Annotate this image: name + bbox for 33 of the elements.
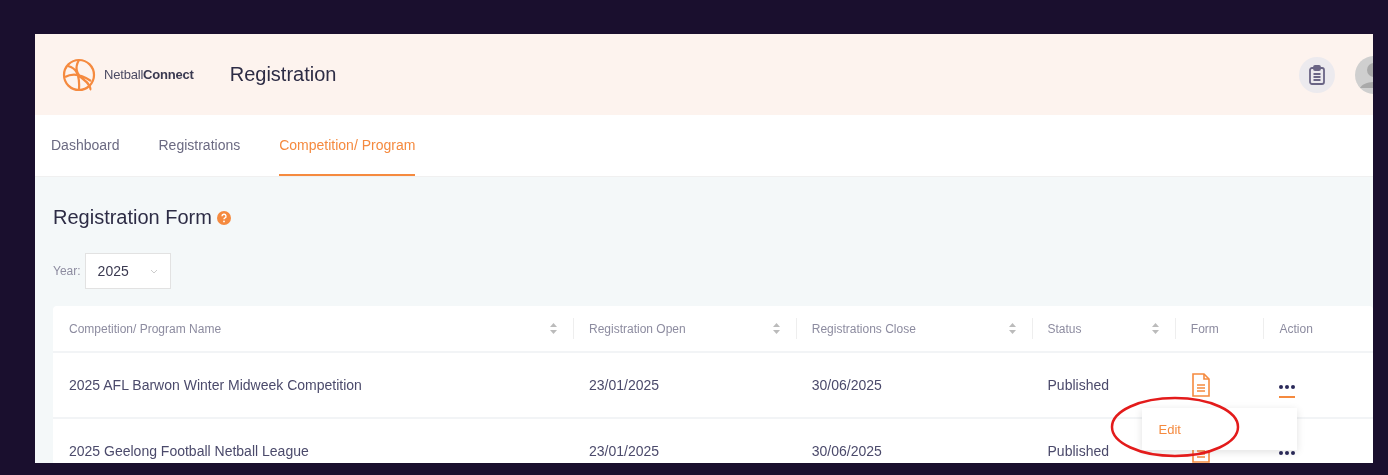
more-dots-icon: [1279, 384, 1296, 389]
page-header-title: Registration: [229, 63, 337, 86]
column-header: Registration Open: [588, 321, 686, 336]
column-header: Competition/ Program Name: [69, 321, 222, 336]
column-header: Status: [1047, 321, 1082, 336]
year-dropdown[interactable]: 2025: [84, 253, 171, 289]
nav-tab[interactable]: Registrations: [158, 115, 241, 176]
table-cell: 2025 AFL Barwon Winter Midweek Competition: [69, 377, 362, 393]
clipboard-button[interactable]: [1299, 56, 1335, 93]
sort-icon[interactable]: [772, 323, 780, 334]
chevron-down-icon: [149, 268, 158, 274]
table-cell: 30/06/2025: [811, 377, 882, 393]
table-cell: Published: [1047, 377, 1109, 393]
table-cell: 23/01/2025: [588, 443, 660, 459]
sort-icon[interactable]: [549, 323, 557, 334]
sort-icon[interactable]: [1008, 323, 1016, 334]
table-cell: 30/06/2025: [811, 443, 882, 459]
clipboard-icon: [1308, 64, 1326, 85]
sort-icon[interactable]: [1151, 323, 1159, 334]
section-title: Registration Form: [53, 206, 212, 229]
column-header: Action: [1279, 321, 1313, 336]
brand-name: NetballConnect: [104, 67, 194, 82]
table-cell: 2025 Geelong Football Netball League: [69, 443, 309, 459]
help-icon[interactable]: [216, 210, 231, 225]
column-header: Form: [1190, 321, 1219, 336]
ball-logo-icon: [62, 57, 96, 92]
more-dots-icon: [1279, 450, 1296, 455]
nav-tab[interactable]: Dashboard: [51, 115, 120, 176]
year-label: Year:: [53, 264, 81, 278]
table-cell: Published: [1047, 443, 1109, 459]
column-header: Registrations Close: [811, 321, 916, 336]
table-cell: 23/01/2025: [588, 377, 660, 393]
document-icon[interactable]: [1190, 373, 1211, 397]
